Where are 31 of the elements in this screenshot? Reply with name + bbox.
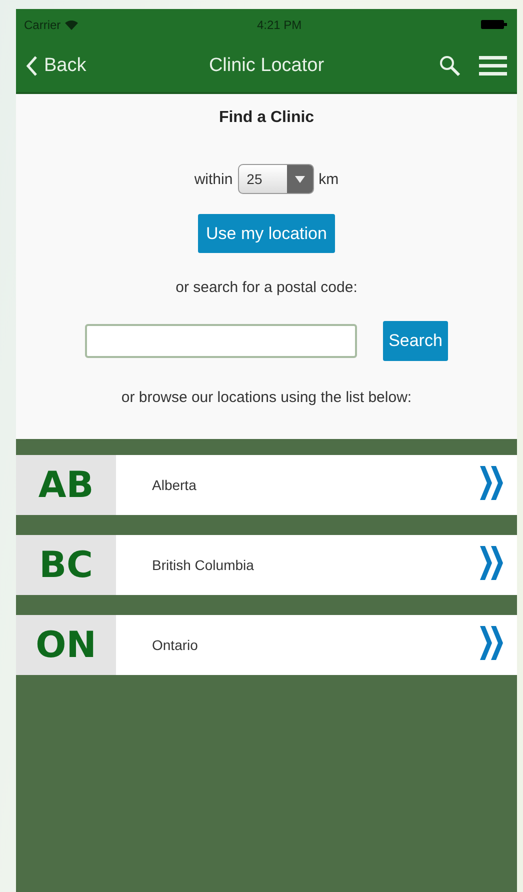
region-row[interactable]: BC British Columbia [16, 535, 517, 595]
back-button[interactable]: Back [26, 55, 146, 77]
postal-prompt: or search for a postal code: [176, 279, 358, 296]
double-chevron-icon [479, 464, 505, 500]
region-name: Alberta [151, 477, 198, 493]
browse-prompt: or browse our locations using the list below: [121, 389, 412, 406]
wifi-icon [64, 20, 78, 30]
postal-code-field[interactable] [84, 324, 357, 358]
menu-icon[interactable] [479, 55, 507, 77]
region-code: BC [16, 535, 116, 595]
section-heading: Find a Clinic [218, 109, 314, 127]
unit-label: km [318, 170, 339, 188]
double-chevron-icon [479, 544, 505, 580]
carrier-label: Carrier [24, 18, 61, 32]
search-button[interactable]: Search [382, 321, 448, 361]
double-chevron-icon [479, 624, 505, 660]
status-time: 4:21 PM [256, 18, 302, 32]
battery-icon [481, 20, 507, 29]
screen-title: Clinic Locator [208, 55, 326, 77]
region-code: ON [16, 615, 116, 675]
region-code: AB [16, 455, 116, 515]
region-name: British Columbia [151, 557, 255, 573]
region-row[interactable]: ON Ontario [16, 615, 517, 675]
region-row[interactable]: AB Alberta [16, 455, 517, 515]
region-name: Ontario [151, 637, 199, 653]
use-location-button[interactable]: Use my location [198, 214, 335, 253]
within-label: within [194, 170, 233, 188]
search-icon[interactable] [439, 55, 461, 77]
distance-dropdown[interactable]: 25 [238, 164, 314, 194]
dropdown-arrow-icon [294, 176, 305, 182]
chevron-left-icon [26, 55, 38, 77]
